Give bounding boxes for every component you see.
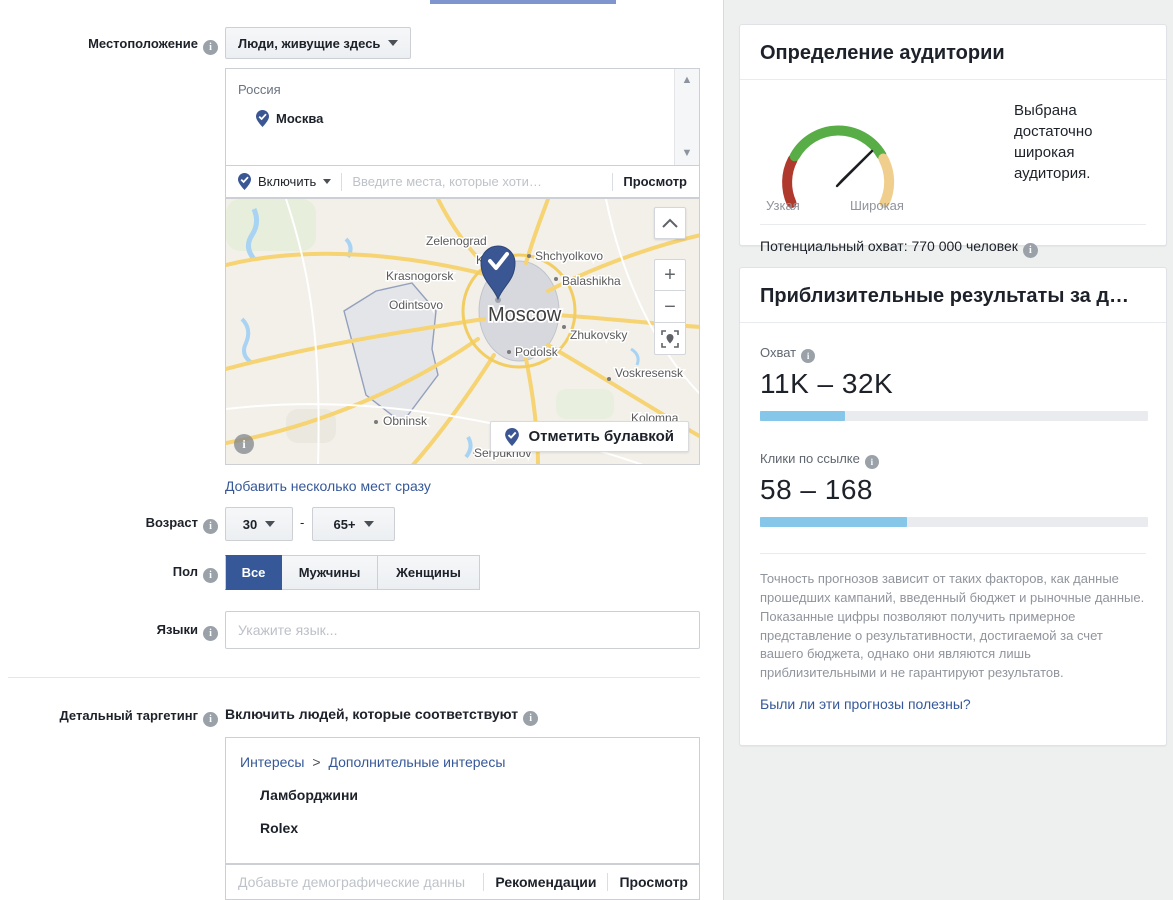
info-icon[interactable]: i	[203, 712, 218, 727]
map-info-icon[interactable]: i	[234, 434, 254, 454]
map[interactable]: Zelenograd Khimki Shchyolkovo Krasnogors…	[225, 198, 700, 465]
metric-value: 58 – 168	[760, 474, 1146, 506]
info-icon[interactable]: i	[203, 519, 218, 534]
estimates-disclaimer: Точность прогнозов зависит от таких факт…	[760, 554, 1146, 683]
potential-reach-row: Потенциальный охват: 770 000 человекi	[760, 224, 1146, 271]
locate-pin-icon	[661, 330, 679, 348]
info-icon[interactable]: i	[523, 711, 538, 726]
additional-interests-link[interactable]: Дополнительные интересы	[328, 754, 505, 770]
plus-icon: +	[664, 265, 676, 285]
map-city-label: Zhukovsky	[570, 328, 627, 342]
detailed-targeting-label: Детальный таргетингi	[0, 708, 218, 727]
info-icon[interactable]: i	[203, 626, 218, 641]
suggestions-button[interactable]: Рекомендации	[484, 874, 607, 890]
languages-input[interactable]	[225, 611, 700, 649]
metric-bar	[760, 411, 1148, 421]
scroll-down-icon[interactable]: ▼	[682, 148, 693, 159]
map-city-label: Voskresensk	[615, 366, 684, 380]
audience-status-text: Выбрана достаточно широкая аудитория.	[1014, 96, 1146, 212]
location-list: Россия Москва ▲ ▼	[225, 68, 700, 165]
top-button-remnant	[430, 0, 616, 4]
gauge-broad-label: Широкая	[850, 198, 904, 213]
section-divider	[8, 677, 700, 678]
link-clicks-metric: Клики по ссылкеi 58 – 168	[760, 451, 1146, 527]
map-zoom-out-button[interactable]: −	[654, 291, 686, 323]
browse-locations-button[interactable]: Просмотр	[613, 174, 699, 189]
gauge-narrow-label: Узкая	[766, 198, 800, 213]
add-demographics-input[interactable]: Добавьте демографические данны	[226, 874, 483, 890]
right-sidebar: Определение аудитории Узкая Широкая Выбр…	[723, 0, 1173, 900]
ads-audience-page: Местоположениеi Люди, живущие здесь Росс…	[0, 0, 1173, 900]
targeting-add-bar: Добавьте демографические данны Рекоменда…	[225, 864, 700, 900]
card-title: Приблизительные результаты за д…	[740, 268, 1166, 323]
chevron-up-icon	[661, 217, 679, 229]
chevron-down-icon	[364, 521, 374, 527]
map-locate-button[interactable]	[654, 323, 686, 355]
map-city-label: Obninsk	[383, 414, 428, 428]
info-icon[interactable]: i	[203, 568, 218, 583]
include-people-label: Включить людей, которые соответствуютi	[225, 706, 538, 726]
chevron-down-icon	[265, 521, 275, 527]
location-label: Местоположениеi	[0, 36, 218, 55]
map-city-label: Moscow	[488, 304, 562, 326]
bulk-add-locations-link[interactable]: Добавить несколько мест сразу	[225, 478, 431, 494]
gender-option-all[interactable]: Все	[225, 555, 282, 590]
info-icon[interactable]: i	[203, 40, 218, 55]
interest-item[interactable]: Rolex	[240, 803, 685, 836]
info-icon[interactable]: i	[1023, 243, 1038, 258]
metric-label: Клики по ссылкеi	[760, 451, 1146, 469]
map-city-label: Krasnogorsk	[386, 269, 454, 283]
metric-label: Охватi	[760, 345, 1146, 363]
info-icon[interactable]: i	[801, 349, 815, 363]
reach-metric: Охватi 11K – 32K	[760, 345, 1146, 421]
drop-pin-button[interactable]: Отметить булавкой	[490, 421, 689, 452]
interest-breadcrumb: Интересы > Дополнительные интересы	[240, 754, 685, 770]
map-collapse-button[interactable]	[654, 207, 686, 239]
minus-icon: −	[664, 297, 676, 317]
map-city-label: Odintsovo	[389, 298, 443, 312]
location-mode-dropdown[interactable]: Люди, живущие здесь	[225, 27, 411, 59]
include-mode-dropdown[interactable]: Включить	[226, 173, 341, 190]
feedback-link[interactable]: Были ли эти прогнозы полезны?	[760, 696, 971, 712]
estimated-results-card: Приблизительные результаты за д… Охватi …	[739, 267, 1167, 746]
location-country[interactable]: Россия	[226, 69, 699, 97]
gender-option-male[interactable]: Мужчины	[282, 555, 378, 590]
location-include-bar: Включить Введите места, которые хоти… Пр…	[225, 165, 700, 198]
chevron-down-icon	[323, 179, 331, 184]
gender-segmented-control: Все Мужчины Женщины	[225, 555, 480, 590]
gauge-arc	[760, 96, 930, 212]
chevron-down-icon	[388, 40, 398, 46]
info-icon[interactable]: i	[865, 455, 879, 469]
languages-label: Языкиi	[0, 622, 218, 641]
gender-label: Полi	[0, 564, 218, 583]
age-separator: -	[300, 515, 304, 530]
pin-check-icon	[256, 110, 269, 127]
map-city-label: Podolsk	[515, 345, 559, 359]
list-scrollbar[interactable]: ▲ ▼	[674, 69, 699, 165]
interest-item[interactable]: Ламборджини	[240, 770, 685, 803]
age-max-dropdown[interactable]: 65+	[312, 507, 395, 541]
map-zoom-in-button[interactable]: +	[654, 259, 686, 291]
map-city-label: Balashikha	[562, 274, 621, 288]
gender-option-female[interactable]: Женщины	[378, 555, 480, 590]
audience-gauge: Узкая Широкая	[760, 96, 930, 212]
metric-value: 11K – 32K	[760, 368, 1146, 400]
age-label: Возрастi	[0, 515, 218, 534]
location-city-row[interactable]: Москва	[226, 97, 699, 127]
map-city-label: Shchyolkovo	[535, 249, 603, 263]
map-city-label: Zelenograd	[426, 234, 487, 248]
metric-bar	[760, 517, 1148, 527]
browse-button[interactable]: Просмотр	[608, 874, 699, 890]
pin-check-icon	[238, 173, 251, 190]
audience-definition-card: Определение аудитории Узкая Широкая Выбр…	[739, 24, 1167, 246]
age-min-dropdown[interactable]: 30	[225, 507, 293, 541]
card-title: Определение аудитории	[740, 25, 1166, 80]
pin-check-icon	[505, 428, 519, 446]
detailed-targeting-box: Интересы > Дополнительные интересы Ламбо…	[225, 737, 700, 864]
interests-category-link[interactable]: Интересы	[240, 754, 304, 770]
location-search-input[interactable]: Введите места, которые хоти…	[342, 174, 612, 189]
scroll-up-icon[interactable]: ▲	[682, 75, 693, 86]
